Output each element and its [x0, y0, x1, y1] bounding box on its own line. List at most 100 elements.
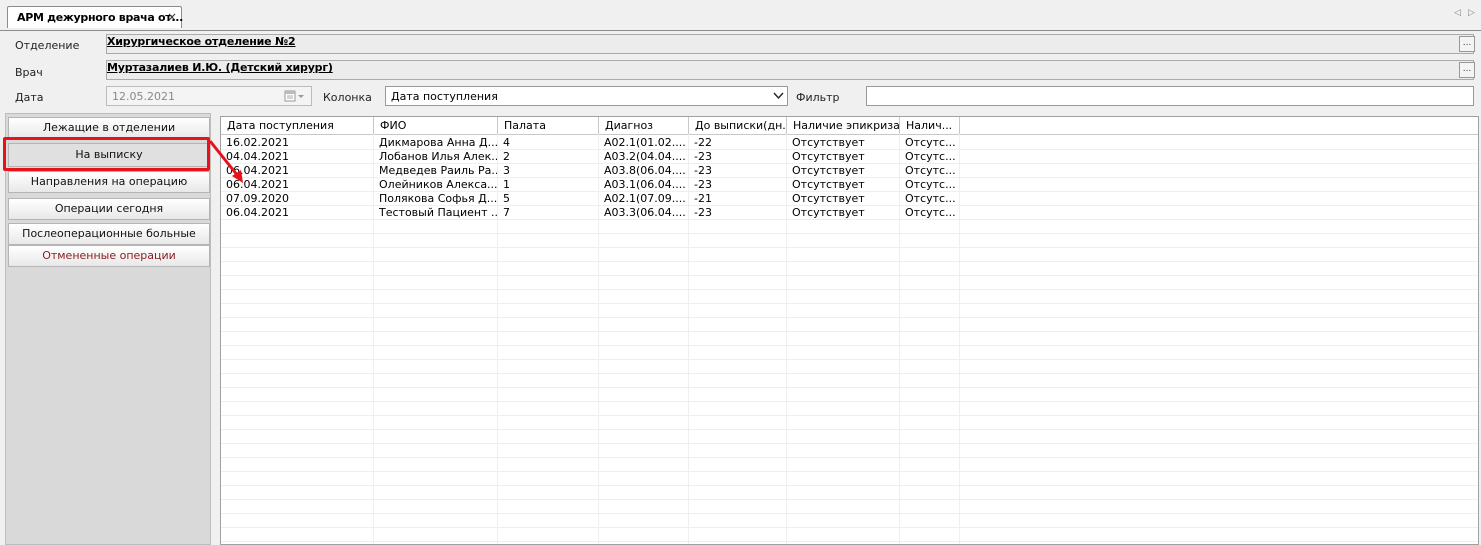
- left-nav-panel: Лежащие в отделении На выписку Направлен…: [5, 113, 211, 545]
- cell-admission-date: 04.04.2021: [221, 150, 374, 164]
- cell-days-to-discharge: -23: [689, 150, 787, 164]
- cell-ward: 3: [498, 164, 599, 178]
- cell-epicrisis: Отсутствует: [787, 206, 900, 220]
- table-row[interactable]: 04.04.2021 Лобанов Илья Алек... 2 A03.2(04.…: [221, 150, 1478, 164]
- filter-label: Фильтр: [796, 91, 840, 104]
- cell-diagnosis: A03.1(06.04....: [599, 178, 689, 192]
- nav-button-inpatients[interactable]: Лежащие в отделении: [8, 117, 210, 139]
- grid-line: [221, 541, 1478, 542]
- doctor-select-button[interactable]: ...: [1459, 62, 1475, 78]
- cell-extra: Отсутс...: [900, 164, 960, 178]
- column-header-name[interactable]: ФИО: [374, 117, 498, 134]
- tab-title: АРМ дежурного врача от...: [17, 11, 184, 24]
- nav-button-surgeries-today[interactable]: Операции сегодня: [8, 198, 210, 220]
- date-label: Дата: [15, 91, 44, 104]
- cell-name: Полякова Софья Д...: [374, 192, 498, 206]
- cell-name: Олейников Алекса...: [374, 178, 498, 192]
- cell-days-to-discharge: -23: [689, 178, 787, 192]
- cell-ward: 7: [498, 206, 599, 220]
- grid-line: [221, 247, 1478, 248]
- cell-admission-date: 06.04.2021: [221, 206, 374, 220]
- cell-ward: 5: [498, 192, 599, 206]
- cell-extra: Отсутс...: [900, 136, 960, 150]
- grid-line: [221, 191, 1478, 192]
- column-header-extra[interactable]: Налич...: [900, 117, 960, 134]
- grid-line: [221, 275, 1478, 276]
- doctor-field[interactable]: Муртазалиев И.Ю. (Детский хирург): [106, 60, 1474, 80]
- table-row[interactable]: 06.04.2021 Медведев Раиль Ра... 3 A03.8(06.…: [221, 164, 1478, 178]
- cell-name: Дикмарова Анна Д...: [374, 136, 498, 150]
- grid-line: [221, 457, 1478, 458]
- grid-line: [221, 485, 1478, 486]
- grid-line: [221, 499, 1478, 500]
- close-icon[interactable]: ×: [167, 10, 177, 24]
- filter-input[interactable]: [866, 86, 1474, 106]
- cell-admission-date: 06.04.2021: [221, 164, 374, 178]
- cell-name: Лобанов Илья Алек...: [374, 150, 498, 164]
- cell-extra: Отсутс...: [900, 178, 960, 192]
- grid-column-line: [373, 134, 374, 544]
- table-row[interactable]: 06.04.2021 Олейников Алекса... 1 A03.1(06.0…: [221, 178, 1478, 192]
- scroll-left-icon[interactable]: ◁: [1454, 8, 1461, 18]
- grid-column-line: [786, 134, 787, 544]
- cell-extra: Отсутс...: [900, 150, 960, 164]
- cell-diagnosis: A03.3(06.04....: [599, 206, 689, 220]
- cell-name: Тестовый Пациент ...: [374, 206, 498, 220]
- department-select-button[interactable]: ...: [1459, 36, 1475, 52]
- grid-line: [221, 387, 1478, 388]
- grid-line: [221, 373, 1478, 374]
- cell-name: Медведев Раиль Ра...: [374, 164, 498, 178]
- cell-days-to-discharge: -22: [689, 136, 787, 150]
- grid-line: [221, 289, 1478, 290]
- date-value: 12.05.2021: [112, 90, 175, 103]
- column-select[interactable]: Дата поступления: [385, 86, 788, 106]
- highlight-box: [3, 137, 210, 171]
- column-header-admission-date[interactable]: Дата поступления: [221, 117, 374, 134]
- grid-column-line: [497, 134, 498, 544]
- column-select-value: Дата поступления: [391, 90, 498, 103]
- grid-line: [221, 205, 1478, 206]
- tab-arm-duty-doctor[interactable]: АРМ дежурного врача от... ×: [7, 6, 184, 28]
- grid-line: [221, 303, 1478, 304]
- grid-line: [221, 471, 1478, 472]
- table-row[interactable]: 16.02.2021 Дикмарова Анна Д... 4 A02.1(01.0…: [221, 136, 1478, 150]
- grid-line: [221, 443, 1478, 444]
- grid-column-line: [959, 134, 960, 544]
- department-field[interactable]: Хирургическое отделение №2: [106, 34, 1474, 54]
- column-header-diagnosis[interactable]: Диагноз: [599, 117, 689, 134]
- grid-line: [221, 359, 1478, 360]
- cell-admission-date: 16.02.2021: [221, 136, 374, 150]
- nav-button-surgery-referrals[interactable]: Направления на операцию: [8, 171, 210, 193]
- grid-line: [221, 401, 1478, 402]
- doctor-value: Муртазалиев И.Ю. (Детский хирург): [107, 61, 333, 74]
- nav-button-cancelled-surgeries[interactable]: Отмененные операции: [8, 245, 210, 267]
- cell-days-to-discharge: -23: [689, 206, 787, 220]
- grid-column-line: [688, 134, 689, 544]
- cell-diagnosis: A03.8(06.04....: [599, 164, 689, 178]
- date-field[interactable]: 12.05.2021: [106, 86, 312, 106]
- column-header-days-to-discharge[interactable]: До выписки(дн.): [689, 117, 787, 134]
- cell-admission-date: 06.04.2021: [221, 178, 374, 192]
- chevron-down-icon[interactable]: [773, 92, 784, 100]
- cell-ward: 4: [498, 136, 599, 150]
- patients-grid[interactable]: Дата поступления ФИО Палата Диагноз До в…: [220, 116, 1479, 545]
- grid-line: [221, 429, 1478, 430]
- table-row[interactable]: 06.04.2021 Тестовый Пациент ... 7 A03.3(06.…: [221, 206, 1478, 220]
- cell-ward: 2: [498, 150, 599, 164]
- grid-column-line: [598, 134, 599, 544]
- cell-epicrisis: Отсутствует: [787, 136, 900, 150]
- grid-line: [221, 149, 1478, 150]
- cell-epicrisis: Отсутствует: [787, 178, 900, 192]
- calendar-icon[interactable]: [284, 90, 308, 102]
- column-header-ward[interactable]: Палата: [498, 117, 599, 134]
- grid-line: [221, 261, 1478, 262]
- column-header-epicrisis[interactable]: Наличие эпикриза: [787, 117, 900, 134]
- scroll-right-icon[interactable]: ▷: [1468, 8, 1475, 18]
- cell-days-to-discharge: -21: [689, 192, 787, 206]
- grid-line: [221, 177, 1478, 178]
- nav-button-postoperative[interactable]: Послеоперационные больные: [8, 223, 210, 245]
- table-row[interactable]: 07.09.2020 Полякова Софья Д... 5 A02.1(07.0…: [221, 192, 1478, 206]
- cell-diagnosis: A02.1(07.09....: [599, 192, 689, 206]
- cell-extra: Отсутс...: [900, 206, 960, 220]
- grid-line: [221, 513, 1478, 514]
